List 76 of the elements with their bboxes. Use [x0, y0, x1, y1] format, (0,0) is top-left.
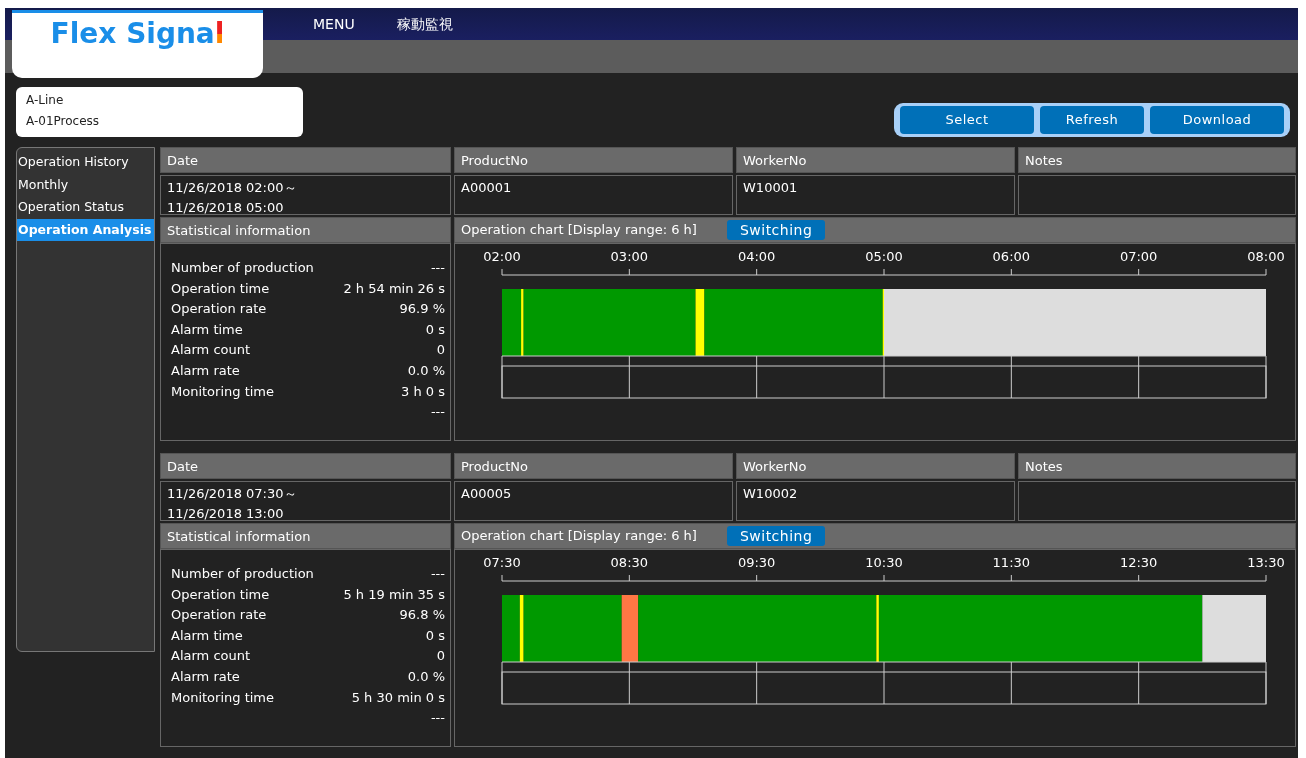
switching-button[interactable]: Switching — [726, 220, 826, 240]
stat-label: Alarm rate — [171, 667, 240, 686]
download-button[interactable]: Download — [1150, 106, 1284, 134]
stat-value: 96.8 % — [399, 606, 445, 625]
sidebar-item[interactable]: Operation Analysis — [17, 218, 154, 241]
time-label: 08:30 — [610, 555, 649, 570]
stat-label: Monitoring time — [171, 688, 275, 707]
stat-label: Operation rate — [171, 606, 267, 625]
panel-header: Statistical information — [160, 217, 451, 243]
chart-title: Operation chart [Display range: 6 h] — [461, 221, 697, 239]
stat-value: --- — [430, 259, 445, 277]
table-cell: A00005 — [454, 481, 733, 521]
stat-value: 0.0 % — [407, 361, 445, 380]
stat-value: --- — [430, 565, 445, 583]
stat-label: Monitoring time — [171, 382, 275, 401]
column-header: Date — [160, 453, 451, 479]
process-label: A-01Process — [26, 113, 101, 130]
time-label: 12:30 — [1119, 555, 1158, 570]
select-button[interactable]: Select — [900, 106, 1034, 134]
column-header: Notes — [1018, 147, 1296, 173]
time-label: 02:00 — [483, 249, 521, 264]
stat-label: Alarm rate — [171, 361, 240, 380]
stat-label: Number of production — [171, 565, 314, 583]
stat-value: 2 h 54 min 26 s — [343, 279, 445, 298]
stat-value: 0.0 % — [407, 667, 445, 686]
stat-label: Operation time — [171, 585, 270, 604]
time-label: 03:00 — [610, 249, 649, 264]
table-cell: A00001 — [454, 175, 733, 215]
chart-title: Operation chart [Display range: 6 h] — [461, 527, 697, 545]
time-label: 05:00 — [865, 249, 903, 264]
stat-label: Alarm time — [171, 626, 243, 645]
menu-item[interactable]: 稼動監視 — [396, 13, 453, 35]
sidebar-item[interactable]: Operation Status — [17, 196, 154, 219]
sidebar-item[interactable]: Monthly — [17, 173, 154, 196]
stat-value: 5 h 30 min 0 s — [351, 688, 445, 707]
stat-label: Operation rate — [171, 300, 267, 319]
column-header: WorkerNo — [736, 147, 1015, 173]
stat-value: --- — [430, 709, 445, 728]
column-header: WorkerNo — [736, 453, 1015, 479]
time-label: 04:00 — [737, 249, 776, 264]
stat-label: Alarm count — [171, 647, 251, 666]
line-label: A-Line — [26, 92, 65, 109]
time-label: 11:30 — [992, 555, 1031, 570]
panel-header: Statistical information — [160, 523, 451, 549]
refresh-button[interactable]: Refresh — [1040, 106, 1144, 134]
menu-item[interactable]: MENU — [313, 13, 355, 35]
stat-value: 0 — [436, 341, 445, 360]
stat-value: 0 s — [425, 320, 445, 339]
time-label: 07:30 — [483, 555, 521, 570]
column-header: ProductNo — [454, 453, 733, 479]
stat-label: Alarm time — [171, 320, 243, 339]
time-label: 10:30 — [865, 555, 903, 570]
date-cell: 11/26/2018 07:30～ 11/26/2018 13:00 — [160, 481, 451, 521]
stat-value: 3 h 0 s — [401, 382, 445, 401]
time-label: 09:30 — [737, 555, 776, 570]
time-label: 07:00 — [1119, 249, 1158, 264]
time-label: 06:00 — [992, 249, 1031, 264]
time-label: 13:30 — [1247, 555, 1285, 570]
stat-value: 0 s — [425, 626, 445, 645]
sidebar-item[interactable]: Operation History — [17, 151, 154, 174]
column-header: Notes — [1018, 453, 1296, 479]
date-cell: 11/26/2018 02:00～ 11/26/2018 05:00 — [160, 175, 451, 215]
stat-label: Number of production — [171, 259, 314, 277]
stat-value: 5 h 19 min 35 s — [343, 585, 445, 604]
switching-button[interactable]: Switching — [726, 526, 826, 546]
column-header: Date — [160, 147, 451, 173]
stat-value: --- — [430, 403, 445, 422]
stat-value: 0 — [436, 647, 445, 666]
table-cell: W10002 — [736, 481, 1015, 521]
stat-label: Operation time — [171, 279, 270, 298]
column-header: ProductNo — [454, 147, 733, 173]
time-label: 08:00 — [1247, 249, 1285, 264]
stat-value: 96.9 % — [399, 300, 445, 319]
stat-label: Alarm count — [171, 341, 251, 360]
table-cell: W10001 — [736, 175, 1015, 215]
logo: Flex Signal — [12, 10, 263, 78]
